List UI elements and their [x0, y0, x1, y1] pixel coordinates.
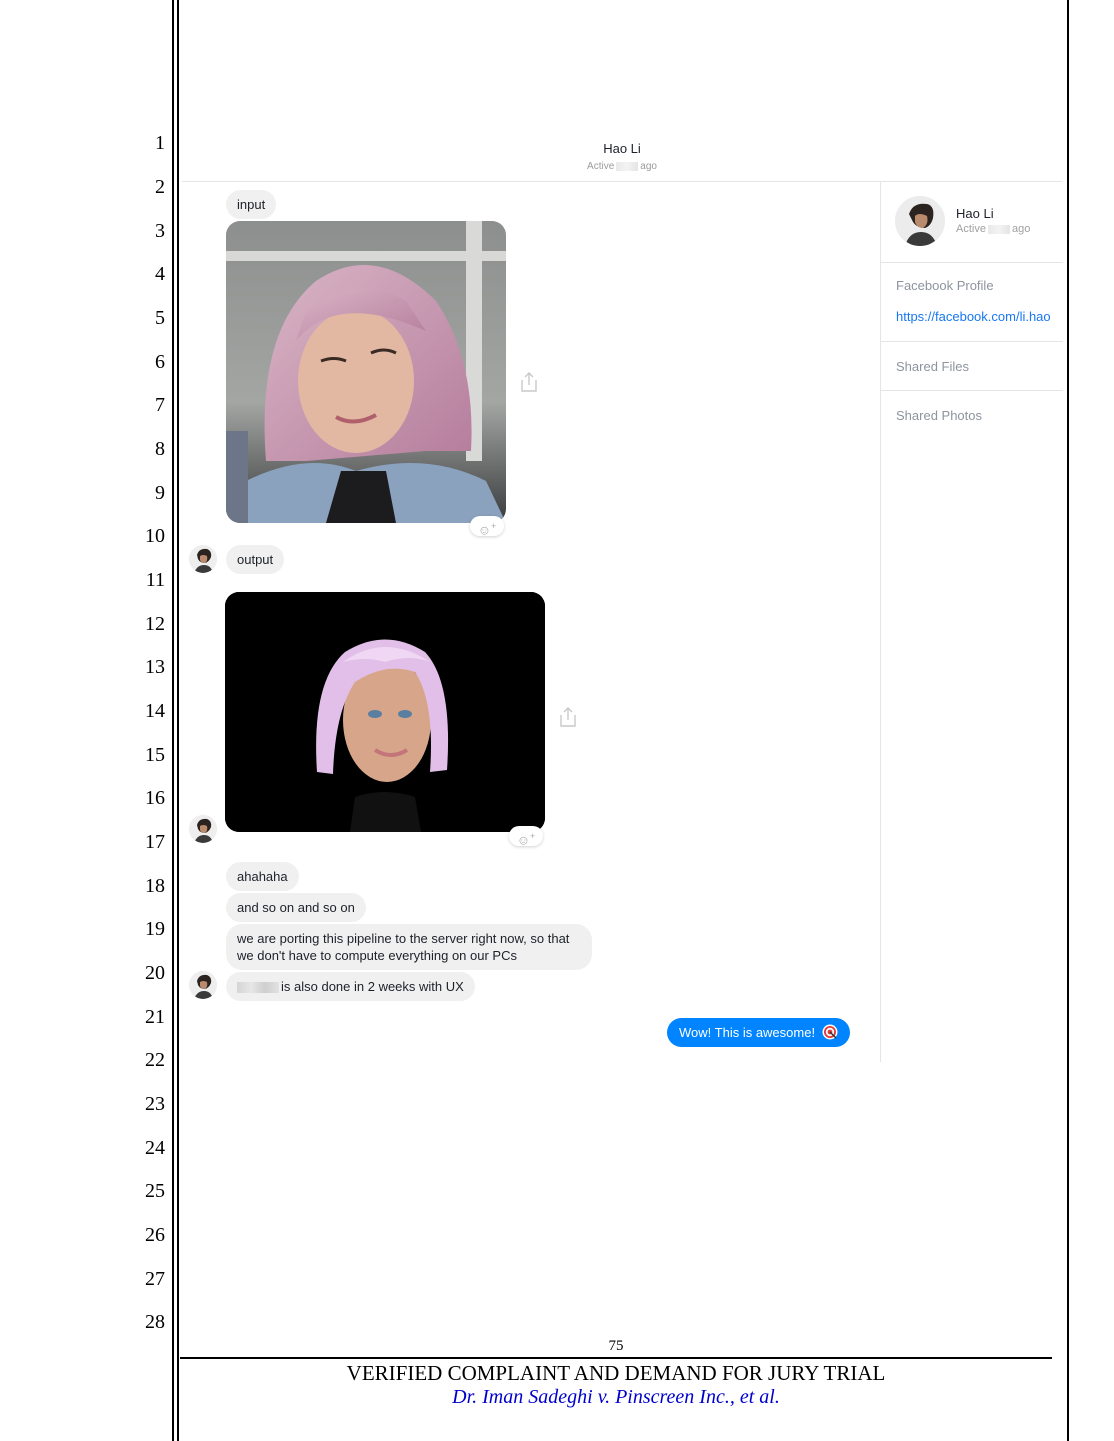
- add-reaction-button[interactable]: ☺+: [470, 516, 504, 537]
- left-margin-rule-inner: [177, 0, 179, 1441]
- divider: [881, 390, 1063, 391]
- sender-avatar[interactable]: [189, 971, 217, 999]
- line-number: 16: [145, 787, 165, 809]
- share-icon[interactable]: [519, 371, 539, 393]
- woman-photo-image: [226, 221, 506, 523]
- share-icon[interactable]: [558, 706, 578, 728]
- line-number: 2: [155, 176, 165, 198]
- status-prefix: Active: [587, 161, 615, 172]
- line-number: 22: [145, 1049, 165, 1071]
- line-number: 17: [145, 831, 165, 853]
- line-number: 9: [155, 482, 165, 504]
- message-bubble: output: [226, 545, 285, 574]
- target-emoji-icon: [822, 1024, 838, 1040]
- input-photo[interactable]: [226, 221, 506, 523]
- shared-files-section[interactable]: Shared Files: [896, 359, 969, 374]
- contact-name[interactable]: Hao Li: [182, 141, 1062, 156]
- left-margin-rule: [172, 0, 174, 1441]
- line-number: 5: [155, 307, 165, 329]
- status-suffix: ago: [1011, 223, 1031, 235]
- contact-info-sidebar: Hao Li Active ago Facebook Profile https:…: [880, 182, 1063, 1062]
- line-number: 7: [155, 394, 165, 416]
- line-number: 18: [145, 875, 165, 897]
- sidebar-active-status: Active ago: [956, 223, 1030, 235]
- footer-divider: [180, 1357, 1052, 1359]
- line-number: 15: [145, 744, 165, 766]
- avatar-render-image: [225, 592, 545, 832]
- page-number: 75: [608, 1338, 624, 1354]
- redacted-name: [237, 982, 279, 994]
- line-number: 20: [145, 962, 165, 984]
- message-bubble: is also done in 2 weeks with UX: [226, 972, 475, 1001]
- line-number: 28: [145, 1311, 165, 1333]
- line-number: 6: [155, 351, 165, 373]
- case-caption: Dr. Iman Sadeghi v. Pinscreen Inc., et a…: [452, 1386, 780, 1408]
- active-status: Active ago: [182, 161, 1062, 172]
- line-number: 23: [145, 1093, 165, 1115]
- person-avatar-icon: [895, 196, 945, 246]
- line-number: 24: [145, 1137, 165, 1159]
- facebook-profile-link[interactable]: https://facebook.com/li.hao: [896, 309, 1051, 324]
- output-avatar-render[interactable]: [225, 592, 545, 832]
- redacted-time: [987, 224, 1010, 234]
- divider: [881, 341, 1063, 342]
- sidebar-contact-name: Hao Li: [956, 206, 994, 221]
- message-text: Wow! This is awesome!: [679, 1025, 816, 1040]
- line-number: 25: [145, 1180, 165, 1202]
- line-number: 27: [145, 1268, 165, 1290]
- person-avatar-icon: [189, 545, 217, 573]
- sender-avatar[interactable]: [189, 815, 217, 843]
- status-prefix: Active: [956, 223, 986, 235]
- right-margin-rule: [1067, 0, 1069, 1441]
- status-suffix: ago: [640, 161, 657, 172]
- line-number: 19: [145, 918, 165, 940]
- message-bubble: and so on and so on: [226, 893, 366, 922]
- message-bubble: input: [226, 190, 277, 219]
- person-avatar-icon: [189, 815, 217, 843]
- line-number: 11: [145, 569, 165, 591]
- redacted-time: [616, 161, 639, 171]
- person-avatar-icon: [189, 971, 217, 999]
- line-number: 12: [145, 613, 165, 635]
- chat-header: Hao Li Active ago: [182, 138, 1062, 182]
- line-number: 21: [145, 1006, 165, 1028]
- line-number: 26: [145, 1224, 165, 1246]
- message-text: is also done in 2 weeks with UX: [281, 979, 464, 994]
- add-reaction-button[interactable]: ☺+: [509, 826, 543, 847]
- message-bubble: we are porting this pipeline to the serv…: [226, 924, 592, 970]
- divider: [881, 262, 1063, 263]
- line-number: 4: [155, 263, 165, 285]
- facebook-profile-label: Facebook Profile: [896, 278, 994, 293]
- outgoing-message-bubble: Wow! This is awesome!: [667, 1018, 850, 1047]
- line-number: 13: [145, 656, 165, 678]
- message-bubble: ahahaha: [226, 862, 299, 891]
- document-title: VERIFIED COMPLAINT AND DEMAND FOR JURY T…: [346, 1361, 886, 1385]
- sender-avatar[interactable]: [189, 545, 217, 573]
- shared-photos-section[interactable]: Shared Photos: [896, 408, 982, 423]
- line-number: 8: [155, 438, 165, 460]
- line-number: 3: [155, 220, 165, 242]
- line-number: 1: [155, 132, 165, 154]
- avatar[interactable]: [895, 196, 945, 246]
- line-number: 10: [145, 525, 165, 547]
- line-number: 14: [145, 700, 165, 722]
